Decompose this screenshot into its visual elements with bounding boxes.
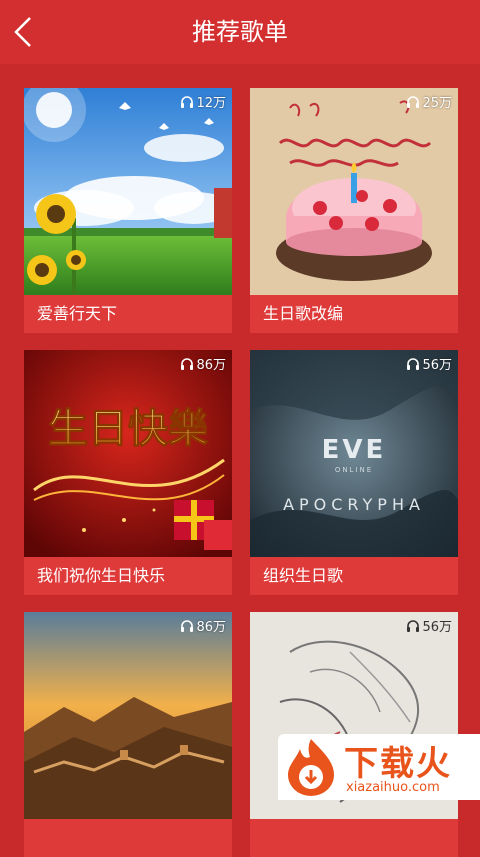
headphones-icon [181,619,194,632]
playlist-card[interactable]: 25万 生日歌改编 [250,88,458,333]
playlist-title: 组织生日歌 [263,566,344,585]
watermark: 下载火 xiazaihuo.com [278,734,480,800]
cover-text: APOCRYPHA [283,495,425,514]
play-count: 12万 [180,92,226,111]
playlist-cover [24,88,232,295]
headphones-icon [181,95,194,108]
play-count: 86万 [180,616,226,635]
playlist-card[interactable]: 12万 爱善行天下 [24,88,232,333]
headphones-icon [407,357,420,370]
watermark-title: 下载火 [344,744,452,784]
play-count-text: 25万 [422,96,452,111]
playlist-card[interactable]: EVE ONLINE APOCRYPHA 56万 组织生日歌 [250,350,458,595]
play-count-text: 56万 [422,358,452,373]
playlist-cover: EVE ONLINE APOCRYPHA [250,350,458,557]
headphones-icon [407,619,420,632]
playlist-cover [24,612,232,819]
play-count: 56万 [406,616,452,635]
playlist-card[interactable]: 生日快樂 86万 我们祝你生日快乐 [24,350,232,595]
cover-text: EVE [322,435,387,465]
headphones-icon [181,357,194,370]
play-count-text: 12万 [196,96,226,111]
page-title: 推荐歌单 [192,18,288,46]
play-count: 86万 [180,354,226,373]
top-bar: 推荐歌单 [0,0,480,64]
playlist-title: 生日歌改编 [263,304,344,323]
play-count-text: 86万 [196,358,226,373]
playlist-cover: 生日快樂 [24,350,232,557]
play-count: 25万 [406,92,452,111]
playlist-title: 我们祝你生日快乐 [37,566,166,585]
play-count-text: 56万 [422,620,452,635]
playlist-card[interactable]: 86万 [24,612,232,857]
cover-text: 生日快樂 [48,406,209,452]
playlist-cover [250,88,458,295]
flame-logo-icon [288,739,334,796]
cover-text: ONLINE [335,466,373,474]
play-count: 56万 [406,354,452,373]
playlist-title: 爱善行天下 [37,304,118,323]
headphones-icon [407,95,420,108]
watermark-url: xiazaihuo.com [346,780,440,795]
play-count-text: 86万 [196,620,226,635]
